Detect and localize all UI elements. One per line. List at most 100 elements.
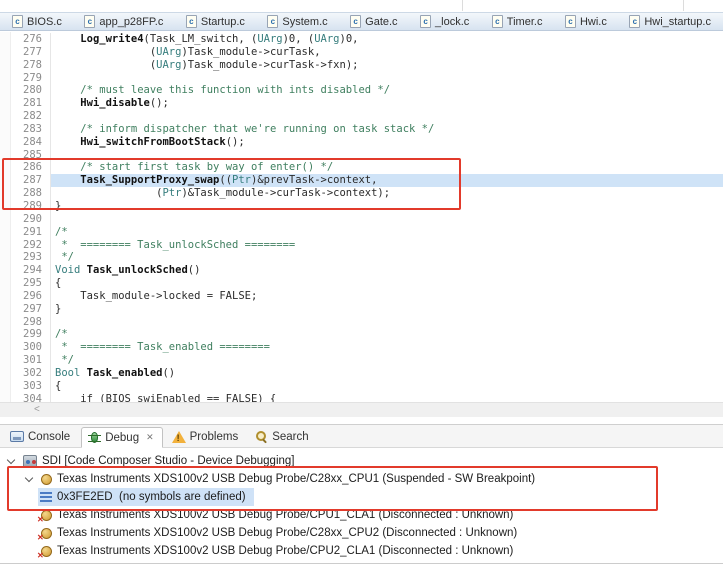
debug-tree-row[interactable]: Texas Instruments XDS100v2 USB Debug Pro… <box>0 542 723 560</box>
code-text[interactable]: */ <box>50 251 723 265</box>
code-line[interactable]: 290 <box>0 212 723 226</box>
code-line[interactable]: 283 /* inform dispatcher that we're runn… <box>0 122 723 136</box>
line-number[interactable]: 276 <box>0 33 50 46</box>
code-text[interactable]: { <box>50 277 723 290</box>
line-number[interactable]: 290 <box>0 213 50 226</box>
code-line[interactable]: 285 <box>0 148 723 162</box>
debug-tree-row[interactable]: 0x3FE2ED (no symbols are defined) <box>0 488 723 506</box>
code-text[interactable]: (Ptr)&Task_module->curTask->context); <box>50 187 723 200</box>
code-text[interactable]: Hwi_switchFromBootStack(); <box>50 135 723 149</box>
expand-toggle[interactable] <box>22 473 36 482</box>
code-line[interactable]: 289} <box>0 199 723 213</box>
line-number[interactable]: 302 <box>0 367 50 380</box>
code-line[interactable]: 300 * ======== Task_enabled ======== <box>0 341 723 355</box>
code-text[interactable]: /* must leave this function with ints di… <box>50 84 723 98</box>
line-number[interactable]: 303 <box>0 380 50 393</box>
line-number[interactable]: 298 <box>0 316 50 329</box>
code-line[interactable]: 281 Hwi_disable(); <box>0 97 723 111</box>
code-line[interactable]: 295 { <box>0 277 723 290</box>
line-number[interactable]: 292 <box>0 239 50 252</box>
code-text[interactable]: Task_SupportProxy_swap((Ptr)&prevTask->c… <box>50 174 723 188</box>
code-text[interactable] <box>50 148 723 162</box>
code-line[interactable]: 288 (Ptr)&Task_module->curTask->context)… <box>0 187 723 200</box>
line-number[interactable]: 293 <box>0 251 50 264</box>
code-line[interactable]: 291 /* <box>0 225 723 239</box>
debug-tree-row[interactable]: Texas Instruments XDS100v2 USB Debug Pro… <box>0 506 723 524</box>
editor-tab-_lock.c[interactable]: c _lock.c <box>418 13 471 30</box>
line-number[interactable]: 279 <box>0 72 50 85</box>
line-number[interactable]: 282 <box>0 110 50 123</box>
line-number[interactable]: 289 <box>0 200 50 213</box>
code-line[interactable]: 278 (UArg)Task_module->curTask->fxn); <box>0 58 723 72</box>
code-text[interactable] <box>50 110 723 123</box>
code-text[interactable] <box>50 315 723 329</box>
code-text[interactable]: Task_module->locked = FALSE; <box>50 289 723 303</box>
line-number[interactable]: 285 <box>0 149 50 162</box>
line-number[interactable]: 277 <box>0 46 50 59</box>
line-number[interactable]: 299 <box>0 328 50 341</box>
line-number[interactable]: 295 <box>0 277 50 290</box>
line-number[interactable]: 301 <box>0 354 50 367</box>
code-text[interactable]: } <box>50 199 723 213</box>
close-icon[interactable]: ✕ <box>146 432 154 443</box>
code-line[interactable]: 296 Task_module->locked = FALSE; <box>0 289 723 303</box>
code-text[interactable]: /* start first task by way of enter() */ <box>50 161 723 175</box>
panel-tab-debug[interactable]: Debug ✕ <box>81 427 163 448</box>
debug-tree-row[interactable]: SDI [Code Composer Studio - Device Debug… <box>0 452 723 470</box>
editor-tab-Gate.c[interactable]: c Gate.c <box>348 13 399 30</box>
code-editor[interactable]: 276 Log_write4(Task_LM_switch, (UArg)0, … <box>0 32 723 406</box>
debug-tree-row[interactable]: Texas Instruments XDS100v2 USB Debug Pro… <box>0 524 723 542</box>
scroll-left-arrow-icon[interactable]: < <box>34 405 40 415</box>
line-number[interactable]: 281 <box>0 97 50 110</box>
line-number[interactable]: 294 <box>0 264 50 277</box>
line-number[interactable]: 283 <box>0 123 50 136</box>
code-line[interactable]: 299 /* <box>0 328 723 342</box>
code-text[interactable]: /* <box>50 328 723 342</box>
line-number[interactable]: 297 <box>0 303 50 316</box>
code-line[interactable]: 282 <box>0 110 723 123</box>
line-number[interactable]: 278 <box>0 59 50 72</box>
code-text[interactable]: Log_write4(Task_LM_switch, (UArg)0, (UAr… <box>50 33 723 46</box>
debug-tree-row[interactable]: Texas Instruments XDS100v2 USB Debug Pro… <box>0 470 723 488</box>
code-line[interactable]: 286 /* start first task by way of enter(… <box>0 161 723 175</box>
code-text[interactable]: * ======== Task_unlockSched ======== <box>50 238 723 252</box>
editor-tab-Startup.c[interactable]: c Startup.c <box>184 13 247 30</box>
expand-toggle[interactable] <box>4 455 18 464</box>
line-number[interactable]: 296 <box>0 290 50 303</box>
editor-tab-Timer.c[interactable]: c Timer.c <box>490 13 545 30</box>
code-line[interactable]: 297} <box>0 302 723 316</box>
line-number[interactable]: 286 <box>0 161 50 174</box>
code-line[interactable]: 276 Log_write4(Task_LM_switch, (UArg)0, … <box>0 33 723 46</box>
code-text[interactable]: (UArg)Task_module->curTask->fxn); <box>50 58 723 72</box>
code-line[interactable]: 301 */ <box>0 354 723 367</box>
line-number[interactable]: 288 <box>0 187 50 200</box>
code-line[interactable]: 303 { <box>0 379 723 393</box>
editor-tab-app_p28FP.c[interactable]: c app_p28FP.c <box>82 13 165 30</box>
code-line[interactable]: 284 Hwi_switchFromBootStack(); <box>0 135 723 149</box>
panel-tab-problems[interactable]: Problems <box>166 426 247 447</box>
code-text[interactable]: (UArg)Task_module->curTask, <box>50 45 723 59</box>
editor-tab-Hwi_startup.c[interactable]: c Hwi_startup.c <box>627 13 713 30</box>
code-line[interactable]: 280 /* must leave this function with int… <box>0 84 723 98</box>
code-line[interactable]: 287 Task_SupportProxy_swap((Ptr)&prevTas… <box>0 174 723 188</box>
code-text[interactable]: /* inform dispatcher that we're running … <box>50 122 723 136</box>
code-text[interactable]: */ <box>50 354 723 367</box>
code-text[interactable]: /* <box>50 225 723 239</box>
code-line[interactable]: 292 * ======== Task_unlockSched ======== <box>0 238 723 252</box>
horizontal-scrollbar[interactable]: < <box>0 402 723 417</box>
line-number[interactable]: 287 <box>0 174 50 187</box>
code-text[interactable]: * ======== Task_enabled ======== <box>50 341 723 355</box>
code-line[interactable]: 277 (UArg)Task_module->curTask, <box>0 45 723 59</box>
code-line[interactable]: 294 Void Task_unlockSched() <box>0 264 723 278</box>
code-text[interactable] <box>50 71 723 85</box>
editor-tab-Hwi.c[interactable]: c Hwi.c <box>563 13 609 30</box>
line-number[interactable]: 291 <box>0 226 50 239</box>
line-number[interactable]: 280 <box>0 84 50 97</box>
code-line[interactable]: 302 Bool Task_enabled() <box>0 366 723 380</box>
code-text[interactable] <box>50 212 723 226</box>
code-text[interactable]: } <box>50 302 723 316</box>
code-text[interactable]: Hwi_disable(); <box>50 97 723 111</box>
line-number[interactable]: 284 <box>0 136 50 149</box>
panel-tab-search[interactable]: Search <box>249 426 316 447</box>
panel-tab-console[interactable]: Console <box>4 426 78 447</box>
